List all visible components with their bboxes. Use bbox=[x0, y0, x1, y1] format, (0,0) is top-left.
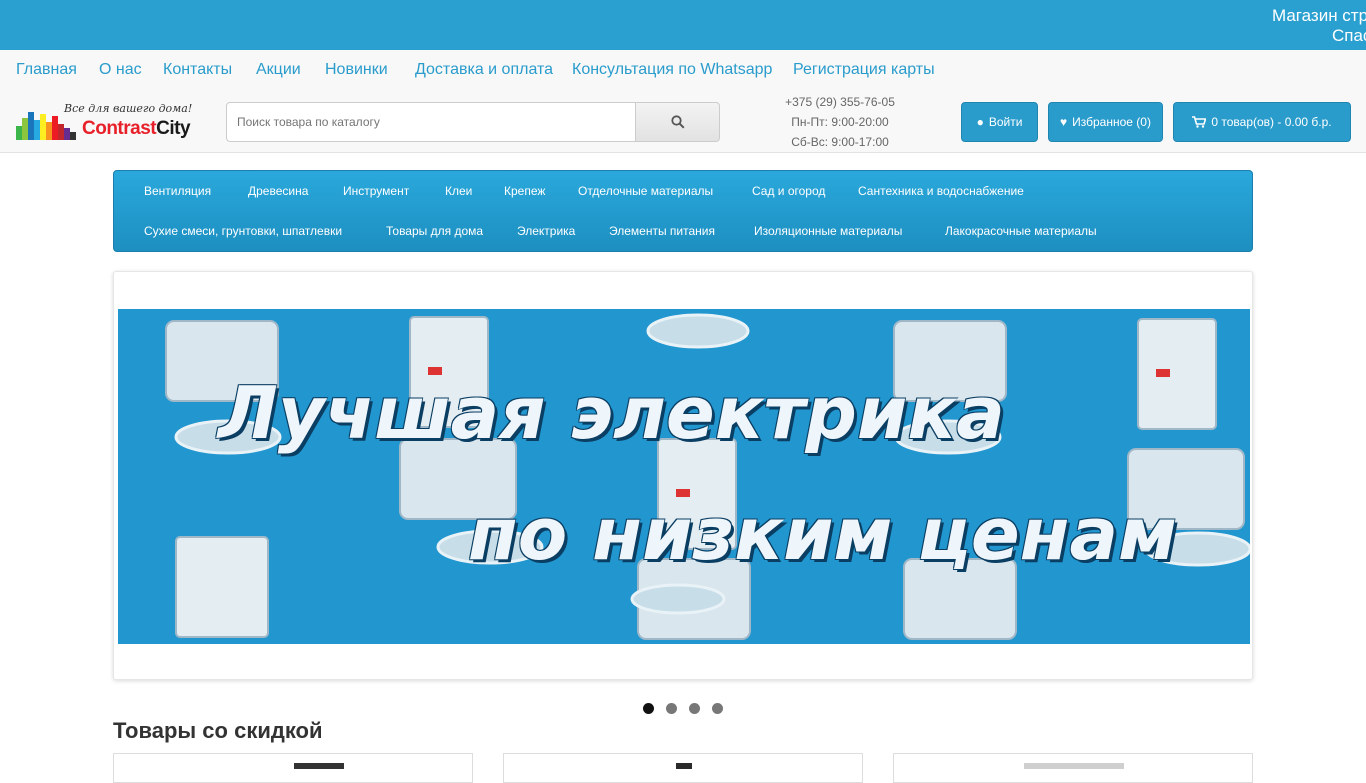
category-fasteners[interactable]: Крепеж bbox=[504, 184, 545, 198]
category-wood[interactable]: Древесина bbox=[248, 184, 308, 198]
category-paints[interactable]: Лакокрасочные материалы bbox=[945, 224, 1097, 238]
nav-link-home[interactable]: Главная bbox=[16, 61, 77, 79]
heart-icon: ♥ bbox=[1060, 115, 1068, 129]
nav-link-contacts[interactable]: Контакты bbox=[163, 61, 232, 79]
top-notice-bar: Магазин стр Спас bbox=[0, 0, 1366, 50]
top-navigation: Главная О нас Контакты Акции Новинки Дос… bbox=[0, 50, 1366, 92]
slider-pagination bbox=[643, 703, 733, 715]
nav-link-new-items[interactable]: Новинки bbox=[325, 61, 388, 79]
product-image[interactable] bbox=[294, 763, 344, 769]
product-card[interactable] bbox=[113, 753, 473, 783]
banner-slider[interactable]: Лучшая электрика по низким ценам bbox=[113, 271, 1253, 680]
notice-marquee: Магазин стр Спас bbox=[1272, 6, 1366, 46]
category-glue[interactable]: Клеи bbox=[445, 184, 472, 198]
notice-line-2: Спас bbox=[1332, 26, 1366, 45]
notice-line-1: Магазин стр bbox=[1272, 6, 1366, 25]
category-dry-mixes[interactable]: Сухие смеси, грунтовки, шпатлевки bbox=[144, 224, 342, 238]
search-input[interactable] bbox=[226, 102, 636, 142]
login-label: Войти bbox=[988, 115, 1023, 129]
product-card[interactable] bbox=[503, 753, 863, 783]
category-batteries[interactable]: Элементы питания bbox=[609, 224, 715, 238]
favorites-label: Избранное (0) bbox=[1072, 115, 1151, 129]
logo-brand-part-a: Contrast bbox=[82, 118, 157, 139]
search-bar bbox=[226, 102, 720, 142]
slider-dot-2[interactable] bbox=[666, 703, 677, 714]
category-insulation[interactable]: Изоляционные материалы bbox=[754, 224, 902, 238]
category-ventilation[interactable]: Вентиляция bbox=[144, 184, 211, 198]
user-icon: ● bbox=[976, 115, 984, 129]
discount-section-title: Товары со скидкой bbox=[113, 718, 323, 743]
login-button[interactable]: ● Войти bbox=[961, 102, 1038, 142]
search-icon bbox=[670, 115, 685, 129]
contact-phone: +375 (29) 355-76-05 bbox=[785, 95, 895, 109]
banner-background-graphic bbox=[165, 313, 1250, 640]
cart-button[interactable]: 0 товар(ов) - 0.00 б.р. bbox=[1173, 102, 1351, 142]
category-home-goods[interactable]: Товары для дома bbox=[386, 224, 483, 238]
logo-slogan: Все для вашего дома! bbox=[64, 102, 193, 115]
nav-link-promotions[interactable]: Акции bbox=[256, 61, 301, 79]
slider-dot-3[interactable] bbox=[689, 703, 700, 714]
hours-weekend: Сб-Вс: 9:00-17:00 bbox=[791, 135, 889, 149]
banner-headline-2: по низким ценам bbox=[468, 492, 1177, 576]
logo-brand: ContrastCity bbox=[82, 118, 191, 140]
nav-link-whatsapp[interactable]: Консультация по Whatsapp bbox=[572, 61, 772, 79]
category-electrical[interactable]: Электрика bbox=[517, 224, 575, 238]
product-image[interactable] bbox=[676, 763, 692, 769]
nav-link-card-registration[interactable]: Регистрация карты bbox=[793, 61, 935, 79]
logo-brand-part-b: City bbox=[156, 118, 191, 139]
favorites-button[interactable]: ♥ Избранное (0) bbox=[1048, 102, 1163, 142]
site-logo[interactable]: Все для вашего дома! ContrastCity bbox=[16, 102, 196, 142]
nav-link-delivery[interactable]: Доставка и оплата bbox=[415, 61, 553, 79]
site-header: Все для вашего дома! ContrastCity +375 (… bbox=[0, 92, 1366, 153]
hours-weekdays: Пн-Пт: 9:00-20:00 bbox=[791, 115, 889, 129]
category-menu: Вентиляция Древесина Инструмент Клеи Кре… bbox=[113, 170, 1253, 252]
nav-link-about[interactable]: О нас bbox=[99, 61, 142, 79]
slider-dot-1[interactable] bbox=[643, 703, 654, 714]
category-plumbing[interactable]: Сантехника и водоснабжение bbox=[858, 184, 1024, 198]
banner-slide[interactable]: Лучшая электрика по низким ценам bbox=[118, 309, 1250, 644]
search-button[interactable] bbox=[635, 102, 720, 142]
product-image[interactable] bbox=[1024, 763, 1124, 769]
shopping-cart-icon bbox=[1192, 116, 1207, 128]
category-garden[interactable]: Сад и огород bbox=[752, 184, 825, 198]
banner-headline-1: Лучшая электрика bbox=[218, 371, 1005, 455]
cart-label: 0 товар(ов) - 0.00 б.р. bbox=[1211, 115, 1332, 129]
slider-dot-4[interactable] bbox=[712, 703, 723, 714]
category-tools[interactable]: Инструмент bbox=[343, 184, 409, 198]
category-finishing[interactable]: Отделочные материалы bbox=[578, 184, 713, 198]
product-card[interactable] bbox=[893, 753, 1253, 783]
store-contacts: +375 (29) 355-76-05 Пн-Пт: 9:00-20:00 Сб… bbox=[770, 92, 910, 152]
